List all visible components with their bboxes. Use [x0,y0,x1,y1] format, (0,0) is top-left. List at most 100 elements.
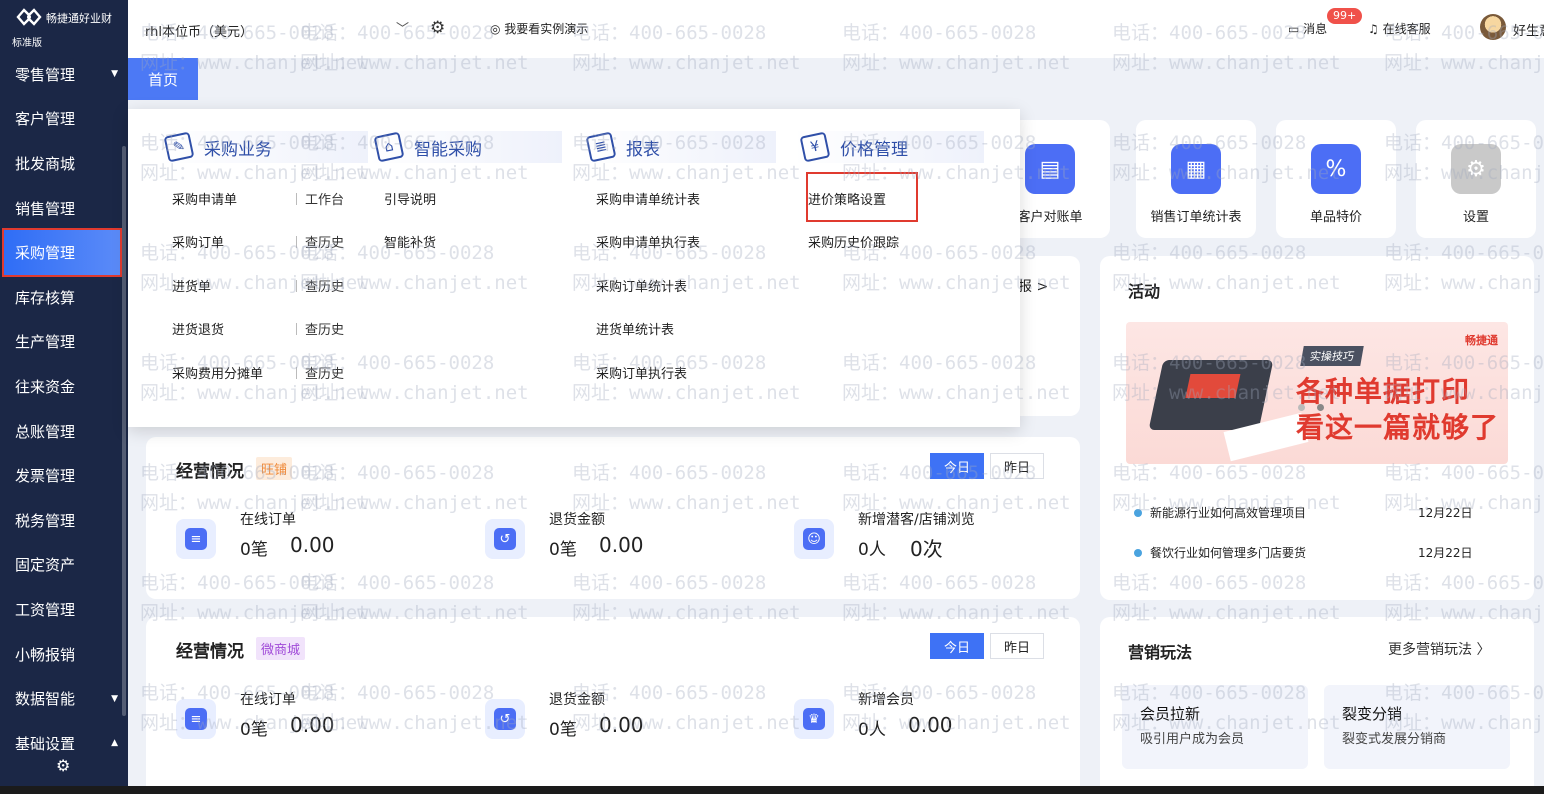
user-icon: ☺ [794,519,834,559]
order-icon: ≡ [176,699,216,739]
stats-title: 经营情况 [176,462,244,482]
sidebar-item[interactable]: 发票管理 [0,453,128,498]
sidebar-item[interactable]: 生产管理 [0,320,128,365]
metric-value: 0.00 [599,533,644,557]
marketing-box-title: 裂变分销 [1342,705,1403,723]
news-item[interactable]: 新能源行业如何高效管理项目 [1134,504,1306,521]
menu-column-smart: ⌂ 智能采购 [368,131,562,163]
crown-icon: ♛ [794,699,834,739]
sidebar-item[interactable]: 小畅报销 [0,632,128,677]
carousel-dots[interactable] [1298,404,1324,411]
tab-home[interactable]: 首页 [128,58,198,100]
menu-item-extra[interactable]: 查历史 [296,276,344,295]
menu-item[interactable]: 采购订单执行表 [596,363,687,382]
sidebar-item-label: 往来资金 [15,377,76,396]
sidebar-item[interactable]: 往来资金 [0,364,128,409]
metric-label: 退货金额 [549,692,605,708]
gear-icon[interactable]: ⚙ [56,756,70,775]
menu-header-label: 价格管理 [840,139,908,160]
metric-count: 0笔 [240,720,268,740]
sidebar-item[interactable]: 客户管理 [0,97,128,142]
sidebar-item[interactable]: 税务管理 [0,498,128,543]
menu-item[interactable]: 引导说明 [384,189,436,208]
menu-item-extra[interactable]: 查历史 [296,363,344,382]
sidebar-item[interactable]: 工资管理 [0,587,128,632]
menu-item-extra[interactable]: 查历史 [296,232,344,251]
metric-label: 在线订单 [240,692,296,708]
menu-item-extra[interactable]: 查历史 [296,319,344,338]
menu-item[interactable]: 采购申请单 [172,189,237,208]
sidebar-item[interactable]: 批发商城 [0,141,128,186]
metric-value: 0.00 [599,713,644,737]
online-service-button[interactable]: ♫ 在线客服 [1368,20,1431,37]
menu-header-label: 智能采购 [414,139,482,160]
menu-item[interactable]: 智能补货 [384,232,436,251]
menu-header: ⌂ 智能采购 [368,131,562,163]
menu-item[interactable]: 采购订单统计表 [596,276,687,295]
report-link[interactable]: 报 > [1018,276,1048,296]
order-icon: ≡ [176,519,216,559]
sidebar-item[interactable]: 销售管理 [0,186,128,231]
menu-header: ✎ 采购业务 [158,131,376,163]
sidebar-item-label: 库存核算 [15,288,76,307]
yesterday-button[interactable]: 昨日 [990,633,1044,659]
quick-card-discount[interactable]: % 单品特价 [1276,120,1396,238]
sidebar-item-label: 采购管理 [15,244,76,263]
sidebar-item-label: 税务管理 [15,511,76,530]
eye-icon: ◎ [490,22,505,36]
menu-item[interactable]: 进货退货 [172,319,224,338]
sidebar-item[interactable]: 固定资产 [0,543,128,588]
marketing-box-member[interactable]: 会员拉新 吸引用户成为会员 [1122,685,1308,769]
sidebar-item[interactable]: 数据智能 ▼ [0,676,128,721]
menu-item[interactable]: 采购申请单统计表 [596,189,700,208]
metric-label: 新增会员 [858,692,914,708]
settings-icon[interactable]: ⚙ [430,18,445,38]
today-button[interactable]: 今日 [930,453,984,479]
logo-icon [16,8,42,26]
news-item[interactable]: 餐饮行业如何管理多门店要货 [1134,544,1306,561]
menu-item-extra[interactable]: 工作台 [296,189,344,208]
sidebar-item[interactable]: 采购管理 [2,228,122,277]
sidebar-scrollbar[interactable] [122,146,126,716]
sidebar-item[interactable]: 零售管理 ▼ [0,52,128,97]
menu-column-price: ¥ 价格管理 [794,131,984,163]
menu-item[interactable]: 采购申请单执行表 [596,232,700,251]
activity-banner[interactable]: 实操技巧 畅捷通 各种单据打印 看这一篇就够了 [1126,322,1508,464]
sidebar-item[interactable]: 库存核算 [0,275,128,320]
menu-item[interactable]: 进货单统计表 [596,319,674,338]
sidebar-item-label: 生产管理 [15,333,76,352]
highlight-box [806,172,918,222]
chevron-down-icon[interactable]: ﹀ [396,18,409,37]
sidebar-nav: 零售管理 ▼ 客户管理 批发商城 销售管理采购管理库存核算生产管理往来资金总账管理发票管… [0,52,128,766]
menu-item[interactable]: 进货单 [172,276,211,295]
menu-item[interactable]: 采购费用分摊单 [172,363,263,382]
sidebar-item-label: 固定资产 [15,556,76,575]
messages-button[interactable]: ▭ 消息 [1288,20,1327,37]
metric-value: 0次 [910,537,943,561]
yesterday-button[interactable]: 昨日 [990,453,1044,479]
stats-tag: 微商城 [256,637,306,660]
more-marketing-link[interactable]: 更多营销玩法 〉 [1388,639,1490,659]
menu-item[interactable]: 采购订单 [172,232,224,251]
stats-tag: 旺铺 [256,457,293,480]
sidebar-item-label: 零售管理 [15,65,76,84]
marketing-box-distribution[interactable]: 裂变分销 裂变式发展分销商 [1324,685,1510,769]
metric-count: 0人 [858,720,886,740]
bottom-bar [0,786,1544,794]
report-icon: ≣ [585,131,617,163]
quick-card-sales-report[interactable]: ▦ 销售订单统计表 [1136,120,1256,238]
menu-column-purchase: ✎ 采购业务 [158,131,376,163]
sidebar-item-label: 总账管理 [15,422,76,441]
message-badge: 99+ [1327,8,1363,24]
menu-column-report: ≣ 报表 [580,131,776,163]
today-button[interactable]: 今日 [930,633,984,659]
headset-icon: ♫ [1368,22,1383,36]
sidebar-item[interactable]: 总账管理 [0,409,128,454]
demo-link[interactable]: ◎ 我要看实例演示 [490,20,588,37]
avatar[interactable] [1480,14,1506,40]
news-date: 12月22日 [1418,546,1473,560]
username[interactable]: 好生意 [1513,20,1544,39]
currency-select[interactable]: rhl本位币（美元） [145,21,253,40]
quick-card-settings[interactable]: ⚙ 设置 [1416,120,1536,238]
menu-item[interactable]: 采购历史价跟踪 [808,232,899,251]
